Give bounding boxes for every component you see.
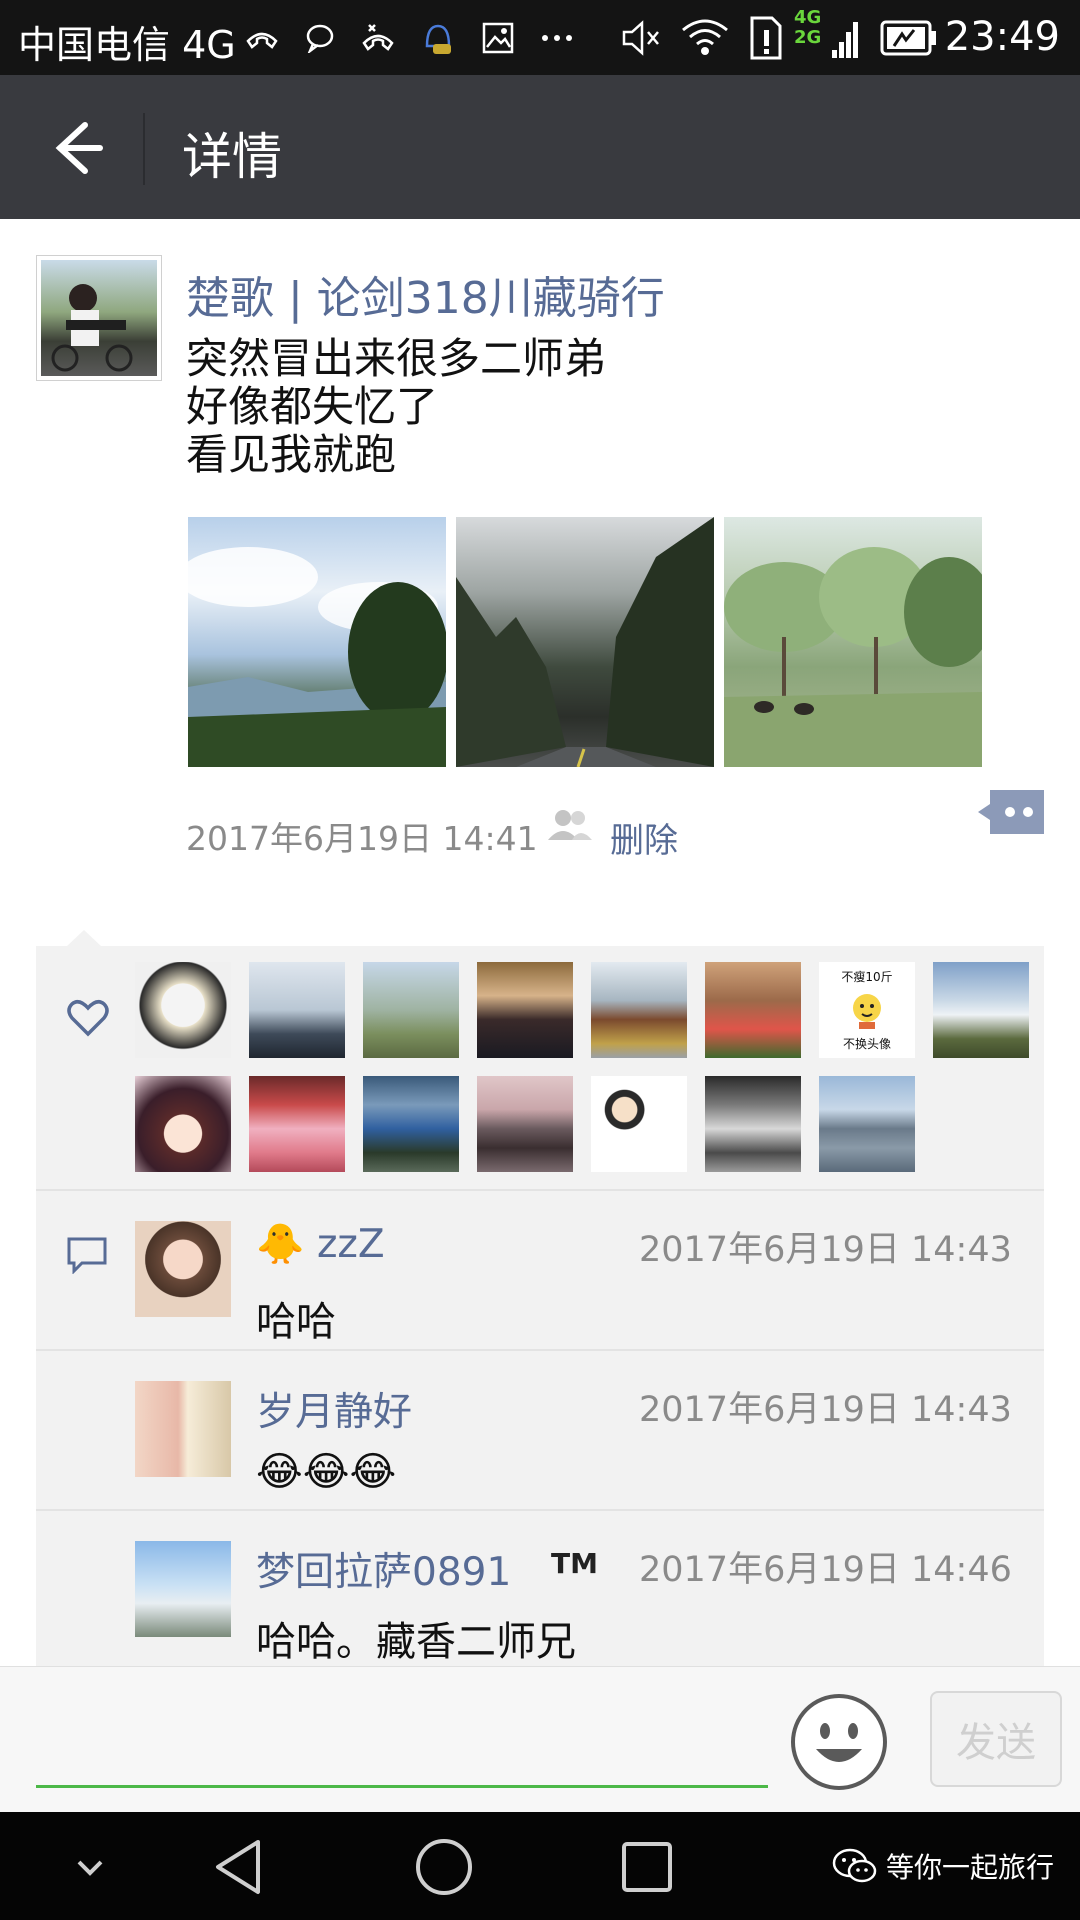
battery-icon [880,20,936,56]
comment-item[interactable]: 岁月静好 2017年6月19日 14:43 😂😂😂 [36,1351,1044,1509]
like-avatar-caption-bottom: 不换头像 [842,1037,891,1051]
clock: 23:49 [944,14,1060,60]
like-avatar[interactable] [933,962,1029,1058]
system-icons: 4G 2G 23:49 [600,0,1080,75]
nav-recents-icon[interactable] [612,1832,682,1902]
like-avatar[interactable] [477,1076,573,1172]
photo-grid [188,517,982,767]
like-avatar[interactable] [363,1076,459,1172]
header-divider [143,113,145,185]
like-avatar[interactable] [249,962,345,1058]
cartoon-icon [853,994,881,1029]
likes-avatar-grid: 不瘦10斤 不换头像 [135,962,1035,1172]
comment-text: 哈哈。藏香二师兄 [256,1619,576,1665]
like-avatar[interactable] [705,962,801,1058]
like-avatar[interactable] [591,1076,687,1172]
mute-icon [622,20,659,56]
arrow-left-icon [55,122,103,174]
nav-home-icon[interactable] [409,1832,479,1902]
page-title: 详情 [182,128,282,186]
like-avatar[interactable] [477,962,573,1058]
carrier-label: 中国电信 4G [18,23,236,67]
signal-icon [832,22,858,58]
comment-time: 2017年6月19日 14:43 [639,1390,1012,1430]
more-icon [542,35,572,41]
like-avatar-caption-top: 不瘦10斤 [841,970,893,984]
notification-icons [245,16,573,60]
comment-action-button[interactable] [978,790,1044,834]
heart-icon [67,1000,109,1037]
delete-link[interactable]: 删除 [610,813,678,862]
nav-back-icon[interactable] [206,1832,276,1902]
input-underline [36,1785,768,1788]
chat-bubble-icon [306,24,334,53]
commenter-avatar[interactable] [135,1221,231,1317]
commenter-name[interactable]: 🐥 zzZ [256,1221,385,1267]
commenter-avatar[interactable] [135,1541,231,1637]
commenter-avatar[interactable] [135,1381,231,1477]
commenter-name[interactable]: 岁月静好 [256,1381,412,1437]
post-photo[interactable] [724,517,982,767]
comment-text: 哈哈 [256,1299,336,1345]
panel-notch [66,930,102,947]
missed-call-icon [246,32,278,49]
friends-visibility-icon [548,810,592,840]
comment-item[interactable]: 梦回拉萨0891 TM 2017年6月19日 14:46 哈哈。藏香二师兄 [36,1511,1044,1669]
like-avatar[interactable] [135,962,231,1058]
post-author-name[interactable]: 楚歌 | 论剑318川藏骑行 [186,262,665,326]
like-avatar-caption[interactable]: 不瘦10斤 不换头像 [819,962,915,1058]
commenter-name[interactable]: 梦回拉萨0891 [256,1541,511,1597]
missed-call-icon-2 [362,24,394,51]
like-avatar[interactable] [591,962,687,1058]
like-avatar[interactable] [249,1076,345,1172]
post-text-line: 好像都失忆了 [186,382,439,431]
comment-icon [67,1237,107,1274]
status-bar: 中国电信 4G 4G 2G 23:49 [0,0,1080,75]
like-avatar[interactable] [705,1076,801,1172]
post-timestamp: 2017年6月19日 14:41 [186,819,538,858]
chevron-down-icon[interactable] [55,1832,125,1902]
author-avatar-image [41,260,157,376]
system-nav-bar: 等你一起旅行 [0,1812,1080,1920]
qq-bell-icon [425,24,451,54]
wifi-icon [682,19,728,55]
post-photo[interactable] [188,517,446,767]
header-bar: 详情 [0,75,1080,219]
comment-item[interactable]: 🐥 zzZ 2017年6月19日 14:43 哈哈 [36,1191,1044,1349]
send-button[interactable]: 发送 [930,1691,1062,1787]
back-button[interactable] [30,105,115,190]
sim-alert-icon [750,16,782,60]
like-avatar[interactable] [819,1076,915,1172]
like-avatar[interactable] [363,962,459,1058]
smiley-icon[interactable] [790,1693,888,1791]
image-icon [482,22,514,54]
like-avatar[interactable] [135,1076,231,1172]
comment-text: 😂😂😂 [256,1449,397,1495]
wechat-icon [832,1848,877,1883]
interactions-panel: 不瘦10斤 不换头像 🐥 zzZ 2017年6月19日 14:43 哈哈 岁月静… [36,946,1044,1666]
comment-input-bar: 发送 [0,1666,1080,1812]
comment-time: 2017年6月19日 14:46 [639,1550,1012,1590]
post-text-line: 突然冒出来很多二师弟 [186,334,607,383]
commenter-tag: TM [551,1547,598,1580]
comment-time: 2017年6月19日 14:43 [639,1230,1012,1270]
author-avatar[interactable] [36,255,162,381]
watermark: 等你一起旅行 [832,1846,1054,1886]
watermark-text: 等你一起旅行 [886,1851,1055,1884]
comment-input[interactable] [36,1687,768,1787]
post-text: 突然冒出来很多二师弟 好像都失忆了 看见我就跑 [186,335,606,479]
post-text-line: 看见我就跑 [186,430,397,479]
post-photo[interactable] [456,517,714,767]
